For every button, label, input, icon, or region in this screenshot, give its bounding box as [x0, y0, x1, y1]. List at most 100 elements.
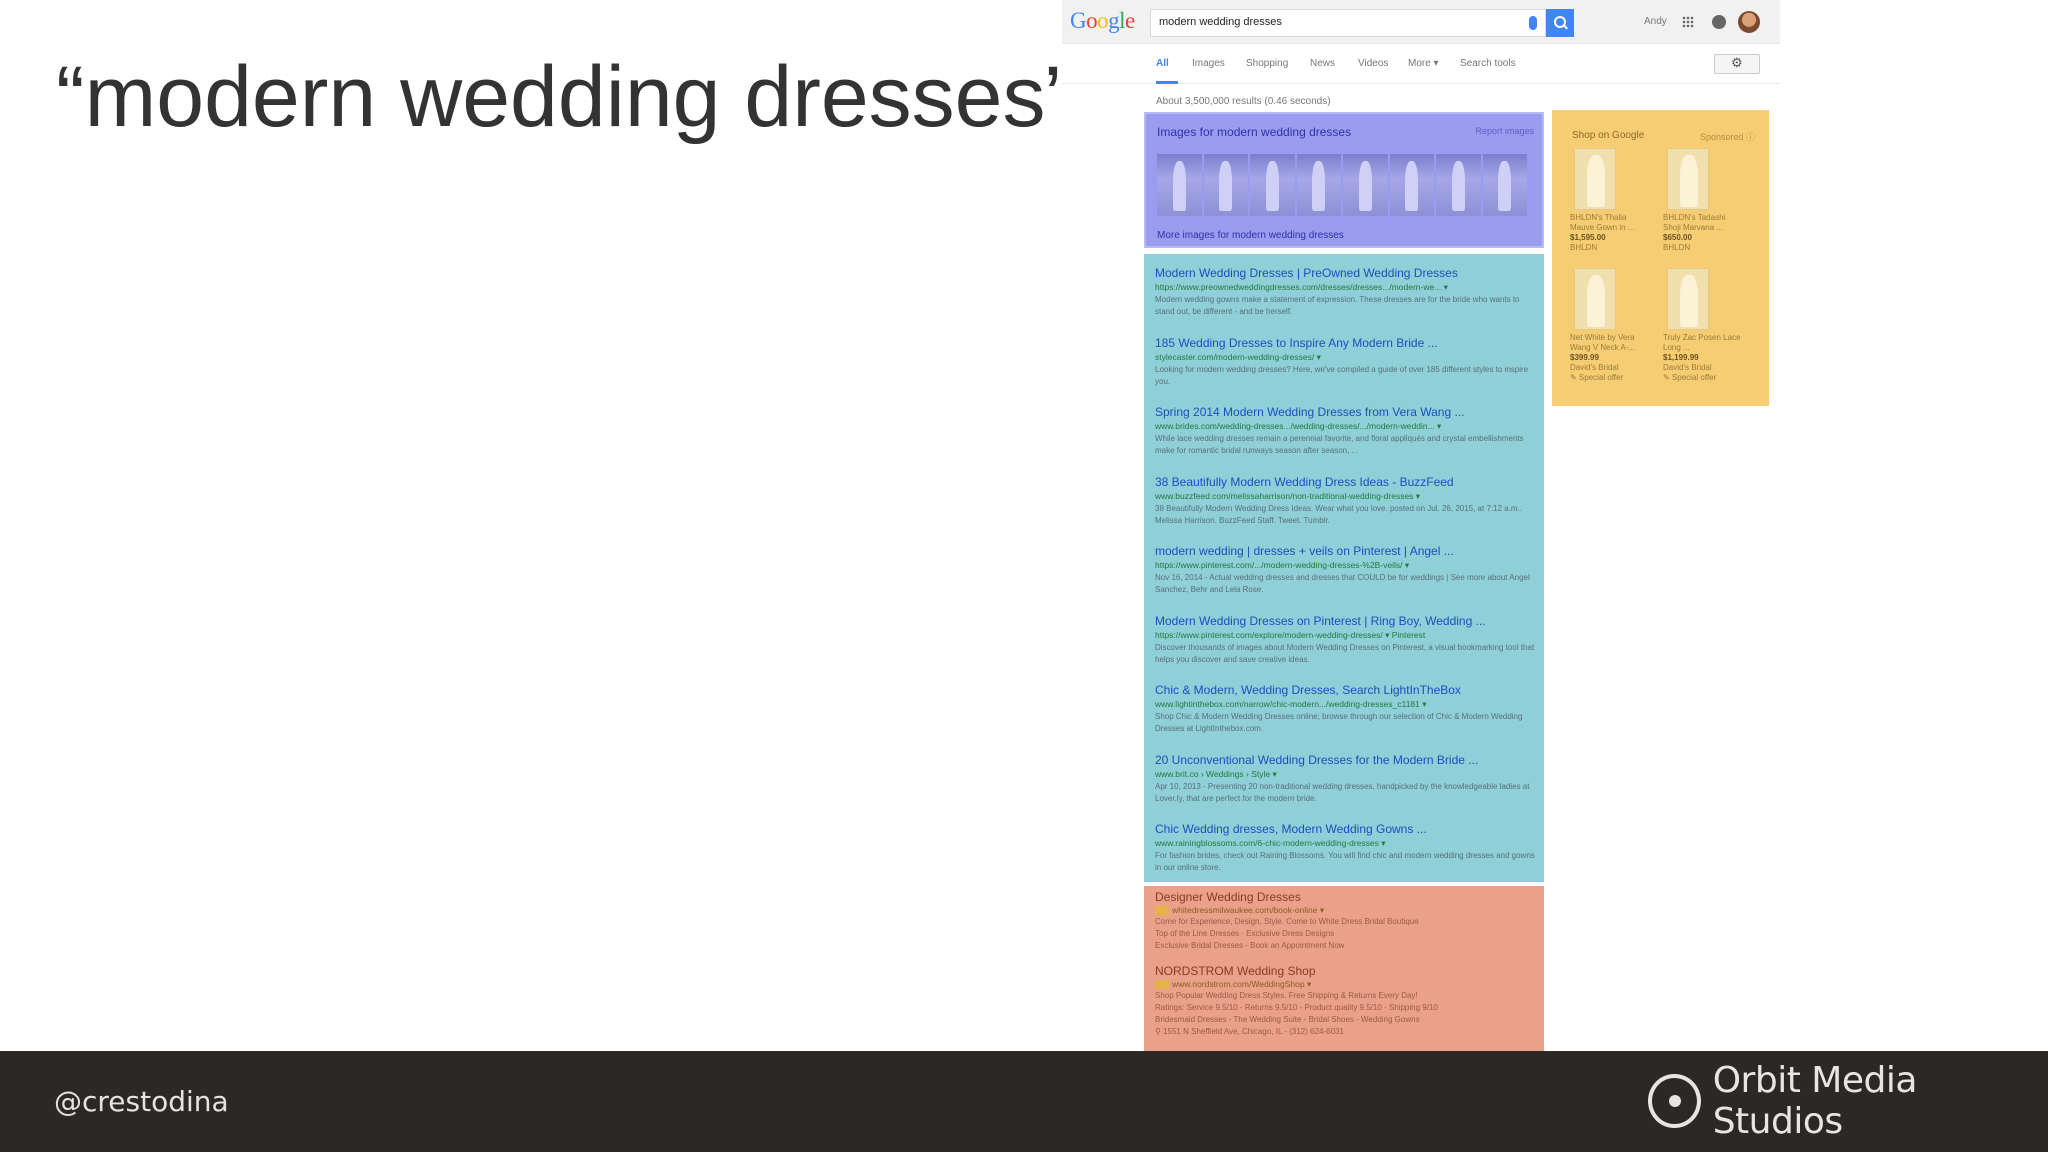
slide: “modern wedding dresses” Google modern w…	[0, 0, 2048, 1152]
result-url: www.brides.com/wedding-dresses.../weddin…	[1155, 421, 1442, 431]
ad-url-row: www.nordstrom.com/WeddingShop ▾	[1155, 979, 1540, 990]
image-thumbnails	[1157, 154, 1527, 216]
ad-url-row: whitedressmilwaukee.com/book-online ▾	[1155, 905, 1540, 916]
result-url: www.lightinthebox.com/narrow/chic-modern…	[1155, 699, 1427, 709]
microphone-icon[interactable]	[1529, 16, 1537, 30]
tab-videos[interactable]: Videos	[1358, 58, 1388, 69]
result-url: stylecaster.com/modern-wedding-dresses/ …	[1155, 351, 1321, 362]
result-snippet: For fashion brides, check out Raining Bl…	[1155, 851, 1535, 872]
shopping-product[interactable]: Truly Zac Posen Lace Long ... $1,199.99 Da…	[1663, 268, 1743, 383]
search-tabs: All Images Shopping News Videos More ▾ S…	[1062, 44, 1780, 84]
image-thumbnail[interactable]	[1482, 154, 1527, 216]
apps-grid-icon[interactable]	[1682, 16, 1694, 28]
tab-search-tools[interactable]: Search tools	[1460, 58, 1516, 69]
ad-title-link[interactable]: NORDSTROM Wedding Shop	[1155, 964, 1540, 978]
shop-on-google-title: Shop on Google	[1572, 130, 1645, 141]
image-thumbnail[interactable]	[1296, 154, 1341, 216]
search-button[interactable]	[1546, 9, 1574, 37]
result-url: www.brit.co › Weddings › Style ▾	[1155, 768, 1277, 779]
text-ad: NORDSTROM Wedding Shop www.nordstrom.com/…	[1155, 964, 1540, 1038]
result-snippet: While lace wedding dresses remain a pere…	[1155, 434, 1524, 455]
product-price: $650.00	[1663, 233, 1692, 242]
product-name[interactable]: BHLDN's Tadashi Shoji Marvana ...	[1663, 213, 1743, 233]
ad-badge-icon	[1155, 906, 1169, 916]
result-title-link[interactable]: Modern Wedding Dresses | PreOwned Weddin…	[1155, 266, 1540, 280]
tab-images[interactable]: Images	[1192, 58, 1225, 69]
product-name[interactable]: Truly Zac Posen Lace Long ...	[1663, 333, 1743, 353]
organic-result: 38 Beautifully Modern Wedding Dress Idea…	[1155, 475, 1540, 527]
ad-line: Bridesmaid Dresses - The Wedding Suite -…	[1155, 1015, 1420, 1024]
image-thumbnail[interactable]	[1157, 154, 1202, 216]
google-logo[interactable]: Google	[1070, 8, 1135, 34]
organic-result: Spring 2014 Modern Wedding Dresses from …	[1155, 405, 1540, 457]
product-store: David's Bridal	[1663, 363, 1712, 372]
tab-shopping[interactable]: Shopping	[1246, 58, 1288, 69]
product-image[interactable]	[1574, 148, 1616, 210]
result-snippet: Apr 10, 2013 - Presenting 20 non-traditi…	[1155, 781, 1530, 803]
product-image[interactable]	[1667, 148, 1709, 210]
result-title-link[interactable]: 38 Beautifully Modern Wedding Dress Idea…	[1155, 475, 1540, 489]
ad-line: Ratings: Service 9.5/10 - Returns 9.5/10…	[1155, 1003, 1438, 1012]
active-tab-indicator	[1156, 81, 1178, 84]
product-image[interactable]	[1667, 268, 1709, 330]
search-input[interactable]: modern wedding dresses	[1150, 9, 1546, 37]
images-pack-title[interactable]: Images for modern wedding dresses	[1157, 125, 1351, 139]
result-url: https://www.pinterest.com/.../modern-wed…	[1155, 560, 1410, 570]
ad-line: Shop Popular Wedding Dress Styles. Free …	[1155, 991, 1418, 1000]
result-title-link[interactable]: Modern Wedding Dresses on Pinterest | Ri…	[1155, 614, 1540, 628]
result-snippet: 38 Beautifully Modern Wedding Dress Idea…	[1155, 503, 1523, 525]
result-stats: About 3,500,000 results (0.46 seconds)	[1156, 96, 1331, 107]
image-thumbnail[interactable]	[1436, 154, 1481, 216]
search-query: modern wedding dresses	[1159, 16, 1282, 28]
result-title-link[interactable]: modern wedding | dresses + veils on Pint…	[1155, 544, 1540, 558]
result-title-link[interactable]: 185 Wedding Dresses to Inspire Any Moder…	[1155, 336, 1540, 350]
ad-url: www.nordstrom.com/WeddingShop ▾	[1172, 979, 1312, 989]
product-name[interactable]: BHLDN's Thalia Mauve Gown in ...	[1570, 213, 1650, 233]
report-images-link[interactable]: Report images	[1475, 126, 1534, 136]
result-url: https://www.preownedweddingdresses.com/d…	[1155, 282, 1448, 292]
ad-title-link[interactable]: Designer Wedding Dresses	[1155, 890, 1540, 904]
result-title-link[interactable]: Spring 2014 Modern Wedding Dresses from …	[1155, 405, 1540, 419]
avatar[interactable]	[1738, 11, 1760, 33]
product-image[interactable]	[1574, 268, 1616, 330]
organic-results-highlight: Modern Wedding Dresses | PreOwned Weddin…	[1144, 254, 1544, 882]
brand: Orbit Media Studios	[1648, 1060, 2048, 1142]
shopping-product[interactable]: BHLDN's Thalia Mauve Gown in ... $1,595.0…	[1570, 148, 1650, 253]
text-ads-highlight: Designer Wedding Dresses whitedressmilwau…	[1144, 886, 1544, 1051]
shopping-ads-highlight: Shop on Google Sponsored ⓘ BHLDN's Thali…	[1552, 110, 1769, 406]
image-thumbnail[interactable]	[1250, 154, 1295, 216]
image-thumbnail[interactable]	[1389, 154, 1434, 216]
sponsored-label[interactable]: Sponsored ⓘ	[1700, 130, 1755, 143]
organic-result: Chic & Modern, Wedding Dresses, Search L…	[1155, 683, 1540, 735]
result-snippet: Nov 16, 2014 - Actual wedding dresses an…	[1155, 573, 1530, 594]
organic-result: 20 Unconventional Wedding Dresses for th…	[1155, 753, 1540, 805]
tab-news[interactable]: News	[1310, 58, 1335, 69]
settings-gear-icon[interactable]	[1714, 54, 1760, 74]
notifications-icon[interactable]	[1712, 15, 1726, 29]
image-thumbnail[interactable]	[1343, 154, 1388, 216]
result-title-link[interactable]: Chic & Modern, Wedding Dresses, Search L…	[1155, 683, 1540, 697]
user-name[interactable]: Andy	[1644, 16, 1667, 27]
tab-more[interactable]: More ▾	[1408, 58, 1439, 69]
result-snippet: Discover thousands of images about Moder…	[1155, 642, 1535, 664]
image-thumbnail[interactable]	[1203, 154, 1248, 216]
result-url: www.buzzfeed.com/melissaharrison/non-tra…	[1155, 490, 1421, 501]
orbit-logo-icon	[1648, 1074, 1701, 1128]
result-title-link[interactable]: Chic Wedding dresses, Modern Wedding Gow…	[1155, 822, 1540, 836]
result-url: www.rainingblossoms.com/6-chic-modern-we…	[1155, 838, 1386, 848]
images-pack-highlight: Images for modern wedding dresses Report…	[1144, 112, 1544, 248]
shopping-product[interactable]: Net White by Vera Wang V Neck A-... $399.…	[1570, 268, 1650, 383]
organic-result: 185 Wedding Dresses to Inspire Any Moder…	[1155, 336, 1540, 388]
tab-all[interactable]: All	[1156, 58, 1169, 69]
product-price: $399.99	[1570, 353, 1599, 362]
result-snippet: Modern wedding gowns make a statement of…	[1155, 295, 1520, 316]
result-url: https://www.pinterest.com/explore/modern…	[1155, 629, 1426, 640]
google-top-bar: Google modern wedding dresses Andy	[1062, 0, 1780, 44]
twitter-handle: @crestodina	[54, 1085, 229, 1118]
more-images-link[interactable]: More images for modern wedding dresses	[1157, 230, 1344, 241]
result-title-link[interactable]: 20 Unconventional Wedding Dresses for th…	[1155, 753, 1540, 767]
product-store: BHLDN	[1663, 243, 1691, 252]
product-name[interactable]: Net White by Vera Wang V Neck A-...	[1570, 333, 1650, 353]
shopping-product[interactable]: BHLDN's Tadashi Shoji Marvana ... $650.00…	[1663, 148, 1743, 253]
result-snippet: Shop Chic & Modern Wedding Dresses onlin…	[1155, 712, 1523, 733]
